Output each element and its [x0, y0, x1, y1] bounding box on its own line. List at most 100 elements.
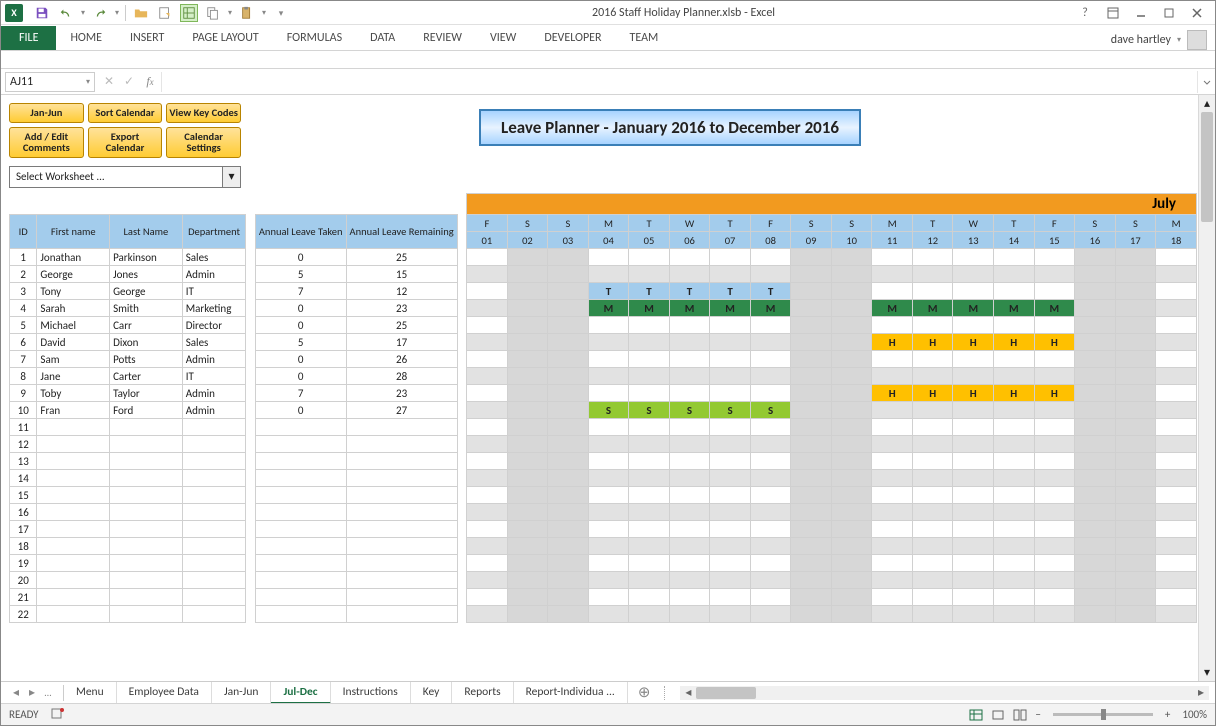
day-cell[interactable]: [467, 613, 507, 615]
new-sheet-button[interactable]: ⊕: [628, 683, 661, 702]
day-cell[interactable]: [548, 579, 588, 581]
leave-taken[interactable]: [256, 426, 346, 428]
leave-remaining[interactable]: [347, 528, 457, 530]
first-name[interactable]: Sam: [37, 352, 109, 367]
day-cell[interactable]: [1156, 562, 1196, 564]
day-cell[interactable]: [467, 545, 507, 547]
cancel-formula-button[interactable]: ✕: [99, 72, 119, 92]
day-cell[interactable]: [467, 375, 507, 377]
day-cell[interactable]: M: [670, 301, 710, 316]
day-cell[interactable]: [548, 307, 588, 309]
day-cell[interactable]: [548, 477, 588, 479]
zoom-out-button[interactable]: −: [1031, 708, 1044, 721]
day-cell[interactable]: [791, 358, 831, 360]
day-cell[interactable]: [670, 511, 710, 513]
day-cell[interactable]: [791, 341, 831, 343]
scroll-right-button[interactable]: ▸: [1193, 686, 1209, 700]
leave-remaining[interactable]: [347, 443, 457, 445]
day-cell[interactable]: [832, 477, 872, 479]
sheet-tab-menu[interactable]: Menu: [64, 682, 117, 704]
day-cell[interactable]: [589, 256, 629, 258]
day-cell[interactable]: [1075, 545, 1115, 547]
day-cell[interactable]: [467, 596, 507, 598]
day-cell[interactable]: [1116, 613, 1156, 615]
day-cell[interactable]: [791, 290, 831, 292]
last-name[interactable]: [110, 511, 182, 513]
day-cell[interactable]: [1035, 596, 1075, 598]
qat-customize-button[interactable]: ▾: [272, 4, 290, 22]
day-cell[interactable]: [994, 545, 1034, 547]
sheet-tab-instructions[interactable]: Instructions: [331, 682, 411, 704]
day-cell[interactable]: [1156, 290, 1196, 292]
day-cell[interactable]: [751, 273, 791, 275]
day-cell[interactable]: [1075, 392, 1115, 394]
day-cell[interactable]: [872, 562, 912, 564]
day-cell[interactable]: [670, 545, 710, 547]
day-cell[interactable]: [710, 511, 750, 513]
day-cell[interactable]: H: [872, 386, 912, 401]
qat-undo-button[interactable]: [57, 4, 75, 22]
day-cell[interactable]: [791, 256, 831, 258]
day-cell[interactable]: [710, 443, 750, 445]
day-cell[interactable]: [872, 460, 912, 462]
day-cell[interactable]: [994, 511, 1034, 513]
first-name[interactable]: Fran: [37, 403, 109, 418]
day-cell[interactable]: [548, 562, 588, 564]
day-cell[interactable]: [467, 579, 507, 581]
first-name[interactable]: Jonathan: [37, 250, 109, 265]
day-cell[interactable]: [832, 494, 872, 496]
department[interactable]: Sales: [183, 335, 246, 350]
first-name[interactable]: [37, 596, 109, 598]
first-name[interactable]: Toby: [37, 386, 109, 401]
last-name[interactable]: [110, 579, 182, 581]
day-cell[interactable]: [913, 358, 953, 360]
day-cell[interactable]: [467, 477, 507, 479]
maximize-button[interactable]: [1157, 3, 1181, 23]
day-cell[interactable]: [1116, 324, 1156, 326]
last-name[interactable]: Potts: [110, 352, 182, 367]
day-cell[interactable]: [1075, 477, 1115, 479]
day-cell[interactable]: [953, 511, 993, 513]
day-cell[interactable]: [508, 426, 548, 428]
department[interactable]: IT: [183, 284, 246, 299]
sheet-canvas[interactable]: Leave Planner - January 2016 to December…: [9, 95, 1197, 681]
day-cell[interactable]: [1156, 324, 1196, 326]
day-cell[interactable]: [1116, 375, 1156, 377]
day-cell[interactable]: [832, 443, 872, 445]
day-cell[interactable]: [710, 358, 750, 360]
day-cell[interactable]: [832, 596, 872, 598]
day-cell[interactable]: [467, 562, 507, 564]
day-cell[interactable]: [913, 596, 953, 598]
first-name[interactable]: Sarah: [37, 301, 109, 316]
day-cell[interactable]: [953, 409, 993, 411]
day-cell[interactable]: [913, 545, 953, 547]
day-cell[interactable]: [467, 358, 507, 360]
day-cell[interactable]: [913, 579, 953, 581]
day-cell[interactable]: [710, 545, 750, 547]
day-cell[interactable]: M: [629, 301, 669, 316]
day-cell[interactable]: [1156, 307, 1196, 309]
expand-formula-bar-button[interactable]: [1197, 71, 1215, 93]
leave-remaining[interactable]: [347, 426, 457, 428]
day-cell[interactable]: [1035, 528, 1075, 530]
day-cell[interactable]: [791, 494, 831, 496]
day-cell[interactable]: [589, 562, 629, 564]
day-cell[interactable]: [1116, 256, 1156, 258]
day-cell[interactable]: [953, 290, 993, 292]
day-cell[interactable]: M: [994, 301, 1034, 316]
day-cell[interactable]: M: [872, 301, 912, 316]
day-cell[interactable]: [710, 392, 750, 394]
day-cell[interactable]: [913, 494, 953, 496]
last-name[interactable]: Ford: [110, 403, 182, 418]
day-cell[interactable]: T: [589, 284, 629, 299]
department[interactable]: [183, 562, 246, 564]
day-cell[interactable]: [791, 528, 831, 530]
day-cell[interactable]: [508, 528, 548, 530]
day-cell[interactable]: [1035, 460, 1075, 462]
day-cell[interactable]: [508, 613, 548, 615]
day-cell[interactable]: [953, 273, 993, 275]
day-cell[interactable]: [994, 596, 1034, 598]
day-cell[interactable]: [872, 375, 912, 377]
day-cell[interactable]: [953, 528, 993, 530]
day-cell[interactable]: [1035, 545, 1075, 547]
